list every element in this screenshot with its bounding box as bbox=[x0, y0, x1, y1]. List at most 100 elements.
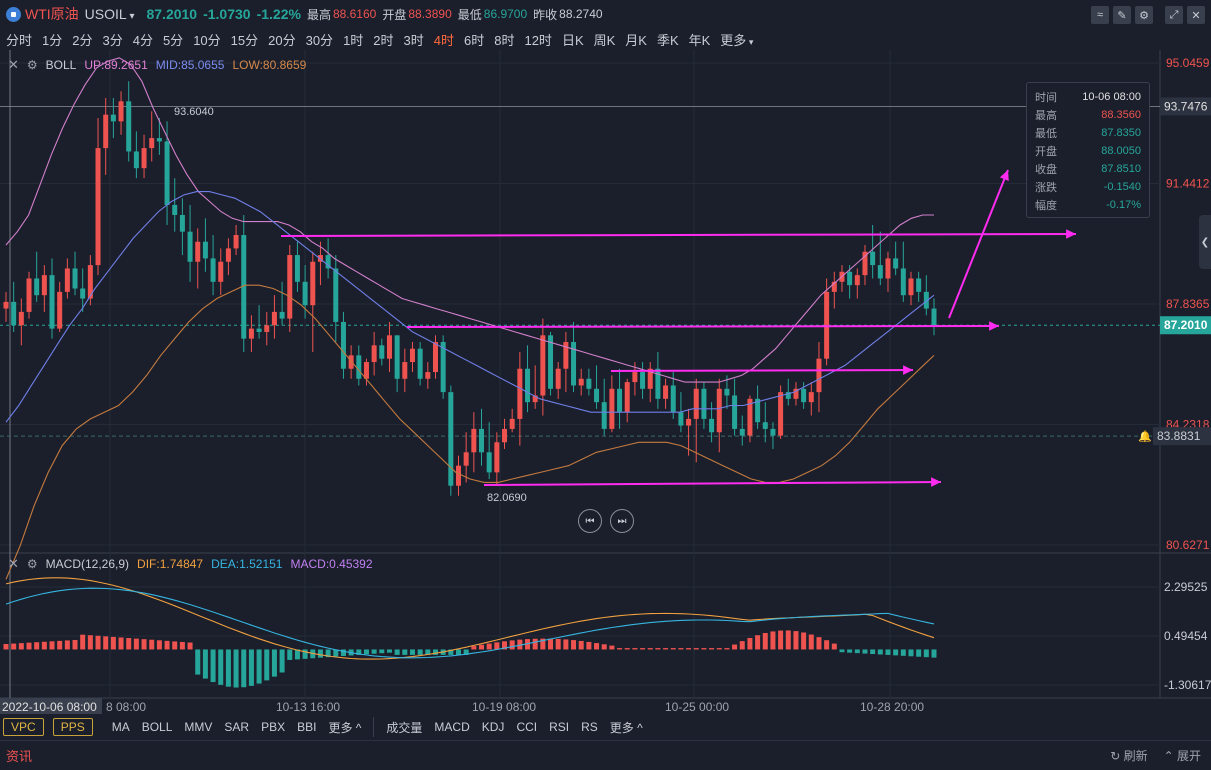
symbol-code-dropdown[interactable]: USOIL bbox=[85, 6, 135, 22]
expand-icon[interactable]: ⤢ bbox=[1165, 6, 1183, 24]
draw-pencil-icon[interactable]: ✎ bbox=[1113, 6, 1131, 24]
candle-body bbox=[640, 372, 646, 389]
macd-bar bbox=[755, 635, 761, 650]
macd-bar bbox=[747, 637, 753, 650]
main-indicator-tab[interactable]: SAR bbox=[224, 720, 249, 734]
period-tab[interactable]: 日K bbox=[562, 30, 584, 49]
period-tab[interactable]: 10分 bbox=[193, 30, 220, 49]
period-tab[interactable]: 周K bbox=[594, 30, 616, 49]
main-indicator-tab[interactable]: MMV bbox=[184, 720, 212, 734]
candle-body bbox=[525, 368, 531, 403]
main-indicator-tab[interactable]: BOLL bbox=[142, 720, 173, 734]
sub-indicator-tab[interactable]: KDJ bbox=[482, 720, 505, 734]
period-tab[interactable]: 1时 bbox=[343, 30, 363, 49]
candle-body bbox=[816, 358, 822, 393]
macd-bar bbox=[26, 642, 32, 650]
period-tab[interactable]: 3分 bbox=[102, 30, 122, 49]
refresh-button[interactable]: ↻ 刷新 bbox=[1110, 747, 1147, 764]
period-tab[interactable]: 12时 bbox=[524, 30, 551, 49]
candle-body bbox=[486, 452, 492, 473]
price-tick-label: 80.6271 bbox=[1166, 538, 1210, 552]
main-indicator-tab[interactable]: PBX bbox=[261, 720, 285, 734]
period-tab[interactable]: 季K bbox=[657, 30, 679, 49]
sub-indicator-tab[interactable]: CCI bbox=[516, 720, 537, 734]
chip-vpc[interactable]: VPC bbox=[3, 718, 44, 736]
boll-settings-icon[interactable]: ⚙ bbox=[27, 58, 38, 72]
main-indicator-tab[interactable]: 更多 ^ bbox=[328, 719, 361, 736]
macd-bar bbox=[509, 640, 515, 650]
main-indicator-tab[interactable]: BBI bbox=[297, 720, 316, 734]
candle-body bbox=[356, 355, 362, 379]
candle-body bbox=[279, 311, 285, 319]
candle-body bbox=[900, 268, 906, 296]
scroll-first-icon[interactable]: ⏮ bbox=[578, 509, 602, 533]
sub-indicator-tab[interactable]: 更多 ^ bbox=[610, 719, 643, 736]
period-tab[interactable]: 6时 bbox=[464, 30, 484, 49]
macd-bar bbox=[609, 645, 615, 650]
candle-body bbox=[233, 235, 239, 249]
scroll-last-icon[interactable]: ⏭ bbox=[610, 509, 634, 533]
news-tab[interactable]: 资讯 bbox=[6, 746, 32, 765]
period-tab[interactable]: 年K bbox=[689, 30, 711, 49]
time-tick-label: 2022-10-06 08:00 bbox=[2, 700, 97, 714]
period-tab[interactable]: 2时 bbox=[373, 30, 393, 49]
period-tab[interactable]: 分时 bbox=[6, 30, 32, 49]
tooltip-value: 88.3560 bbox=[1101, 109, 1141, 121]
sub-indicator-tab[interactable]: MACD bbox=[434, 720, 469, 734]
macd-bar bbox=[126, 638, 132, 650]
expand-button[interactable]: ⌃ 展开 bbox=[1164, 747, 1201, 764]
candle-body bbox=[172, 204, 178, 215]
candle-body bbox=[724, 388, 730, 396]
tooltip-key: 时间 bbox=[1035, 92, 1057, 104]
candle-body bbox=[678, 412, 684, 426]
side-panel-toggle-icon[interactable]: ❮ bbox=[1199, 215, 1211, 269]
candle-body bbox=[808, 392, 814, 403]
candle-body bbox=[594, 388, 600, 403]
macd-bar bbox=[885, 649, 891, 655]
time-tick-label: 10-19 08:00 bbox=[472, 700, 536, 714]
toolbar: ≈ ✎ ⚙ ⤢ ✕ bbox=[1091, 6, 1205, 24]
sub-indicator-tab[interactable]: RS bbox=[581, 720, 598, 734]
close-boll-icon[interactable]: ✕ bbox=[8, 57, 19, 73]
close-icon[interactable]: ✕ bbox=[1187, 6, 1205, 24]
tooltip-key: 最低 bbox=[1035, 128, 1057, 140]
close-macd-icon[interactable]: ✕ bbox=[8, 556, 19, 572]
main-indicator-tab[interactable]: MA bbox=[112, 720, 130, 734]
macd-bar bbox=[801, 632, 807, 650]
period-tab[interactable]: 4分 bbox=[133, 30, 153, 49]
period-tab[interactable]: 5分 bbox=[163, 30, 183, 49]
period-tab[interactable]: 2分 bbox=[72, 30, 92, 49]
macd-settings-icon[interactable]: ⚙ bbox=[27, 557, 38, 571]
candle-body bbox=[732, 395, 738, 429]
macd-bar bbox=[785, 630, 791, 650]
chip-pps[interactable]: PPS bbox=[52, 718, 93, 736]
indicator-icon[interactable]: ≈ bbox=[1091, 6, 1109, 24]
candle-body bbox=[624, 382, 630, 413]
macd-bar bbox=[900, 649, 906, 656]
period-tab[interactable]: 更多 bbox=[720, 30, 753, 49]
macd-bar bbox=[494, 642, 500, 650]
open-value: 88.3890 bbox=[408, 7, 452, 21]
macd-bar bbox=[663, 648, 669, 650]
macd-bar bbox=[72, 639, 78, 650]
period-tab[interactable]: 15分 bbox=[231, 30, 258, 49]
tooltip-row: 幅度 -0.17% bbox=[1035, 196, 1141, 214]
macd-bar bbox=[256, 649, 262, 684]
candle-body bbox=[908, 278, 914, 296]
period-tab[interactable]: 月K bbox=[625, 30, 647, 49]
period-tab[interactable]: 3时 bbox=[404, 30, 424, 49]
period-tab[interactable]: 20分 bbox=[268, 30, 295, 49]
macd-bar bbox=[417, 649, 423, 655]
sub-indicator-tab[interactable]: 成交量 bbox=[386, 719, 422, 736]
period-tab[interactable]: 4时 bbox=[434, 30, 454, 49]
settings-icon[interactable]: ⚙ bbox=[1135, 6, 1153, 24]
macd-bar bbox=[893, 649, 899, 656]
period-tab[interactable]: 8时 bbox=[494, 30, 514, 49]
period-tab[interactable]: 30分 bbox=[306, 30, 333, 49]
sub-indicator-tab[interactable]: RSI bbox=[549, 720, 569, 734]
candle-body bbox=[64, 268, 70, 292]
macd-bar bbox=[133, 638, 139, 650]
macd-bar bbox=[402, 649, 408, 655]
period-tab[interactable]: 1分 bbox=[42, 30, 62, 49]
symbol-name[interactable]: WTI原油 bbox=[25, 4, 79, 24]
